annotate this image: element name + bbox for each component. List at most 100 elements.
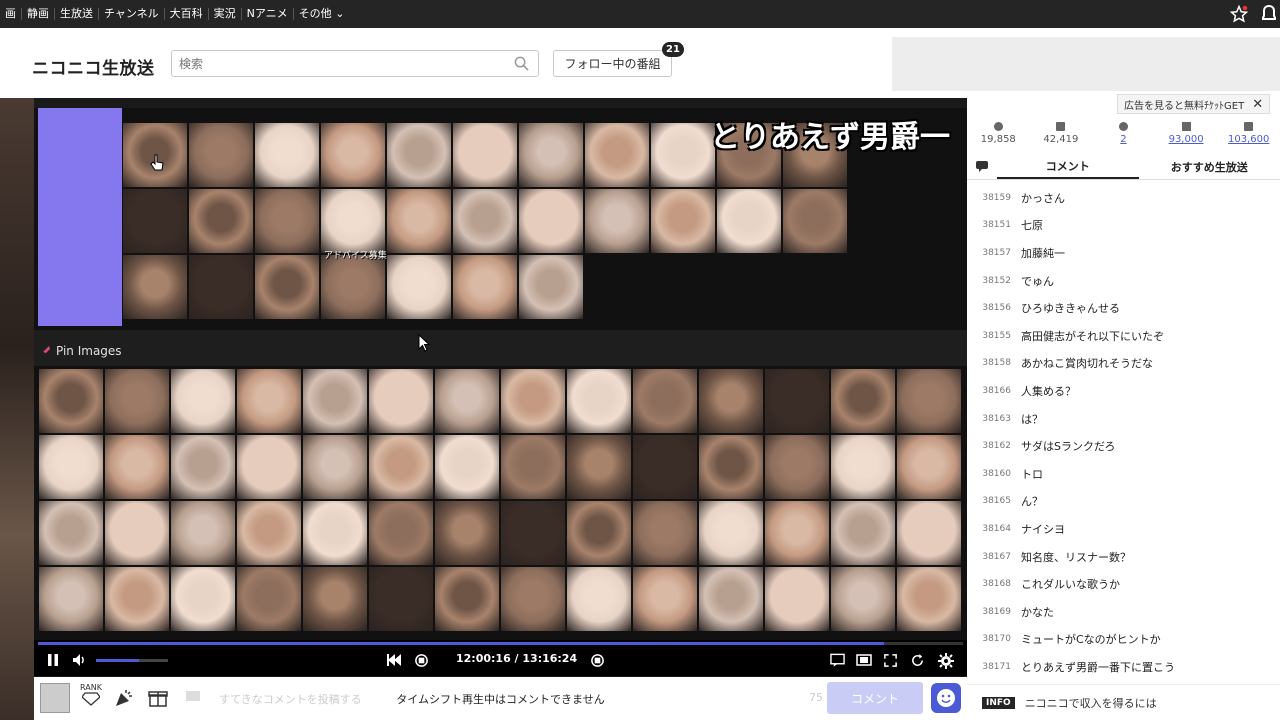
volume-icon[interactable] <box>72 653 88 667</box>
comment-submit-button[interactable]: コメント <box>827 682 923 714</box>
comment-row[interactable]: 38162 サダはSランクだろ <box>967 432 1280 460</box>
comment-row[interactable]: 38170 ミュートがCなのがヒントか <box>967 626 1280 654</box>
comment-row[interactable]: 38155 高田健志がそれ以下にいたぞ <box>967 322 1280 350</box>
video-face-tile <box>188 254 254 320</box>
cracker-icon[interactable] <box>114 688 134 708</box>
comment-number: 38158 <box>982 358 1011 369</box>
video-face-tile <box>38 566 104 632</box>
site-header: ニコニコ生放送 フォロー中の番組 21 <box>0 28 1280 98</box>
video-face-tile <box>254 254 320 320</box>
comment-number: 38159 <box>982 192 1011 203</box>
mouse-cursor-icon <box>418 334 430 352</box>
nav-item-dic[interactable]: 大百科 <box>165 8 209 20</box>
comment-text: 知名度、リスナー数？ <box>1021 550 1131 564</box>
comment-row[interactable]: 38165 ん？ <box>967 488 1280 516</box>
comment-row[interactable]: 38171 とりあえず男爵一番下に置こう <box>967 653 1280 681</box>
nav-item-channel[interactable]: チャンネル <box>99 8 165 20</box>
nav-item-seiga[interactable]: 静画 <box>22 8 55 20</box>
video-face-tile <box>782 188 848 254</box>
stat-value: 42,419 <box>1043 134 1079 145</box>
info-bar[interactable]: INFO ニコニコで収入を得るには <box>967 684 1280 720</box>
gift-icon <box>1244 122 1254 131</box>
star-icon[interactable] <box>1230 5 1248 23</box>
following-programs-button[interactable]: フォロー中の番組 <box>553 50 672 77</box>
emoji-button[interactable] <box>931 683 961 713</box>
video-face-tile <box>566 434 632 500</box>
comment-row[interactable]: 38163 は？ <box>967 405 1280 433</box>
seek-bar[interactable] <box>38 642 963 645</box>
stat-value[interactable]: 93,000 <box>1169 134 1204 145</box>
reload-icon[interactable] <box>910 653 925 668</box>
forward-10-icon[interactable] <box>590 653 605 668</box>
comment-row[interactable]: 38167 知名度、リスナー数？ <box>967 543 1280 571</box>
search-box[interactable] <box>171 50 539 77</box>
rewind-10-icon[interactable] <box>414 653 429 668</box>
video-face-tile <box>518 254 584 320</box>
comment-row[interactable]: 38169 かなた <box>967 598 1280 626</box>
video-face-tile <box>452 254 518 320</box>
settings-gear-icon[interactable] <box>938 653 954 669</box>
stat-value[interactable]: 2 <box>1120 134 1126 145</box>
gift-icon[interactable] <box>148 688 168 708</box>
comment-row[interactable]: 38151 七原 <box>967 212 1280 240</box>
info-text[interactable]: ニコニコで収入を得るには <box>1025 695 1157 711</box>
nav-item-jikkyo[interactable]: 実況 <box>209 8 242 20</box>
video-face-tile <box>122 254 188 320</box>
search-input[interactable] <box>172 51 502 76</box>
fullscreen-icon[interactable] <box>883 653 898 668</box>
comment-row[interactable]: 38159 かっさん <box>967 184 1280 212</box>
header-ad-banner[interactable] <box>892 37 1280 91</box>
video-face-tile <box>386 122 452 188</box>
video-face-tile <box>434 500 500 566</box>
close-icon[interactable]: ✕ <box>1252 97 1263 112</box>
pin-header-bar <box>34 330 967 366</box>
rank-button[interactable]: RANK <box>76 683 106 708</box>
video-face-tile <box>320 254 386 320</box>
comment-toggle-icon[interactable] <box>830 653 845 667</box>
comment-row[interactable]: 38156 ひろゆききゃんせる <box>967 294 1280 322</box>
purple-panel <box>38 108 122 326</box>
video-face-tile <box>38 434 104 500</box>
comment-number: 38169 <box>982 606 1011 617</box>
tab-comments[interactable]: コメント <box>997 154 1139 179</box>
video-face-tile <box>434 368 500 434</box>
comment-row[interactable]: 38164 ナイシヨ <box>967 515 1280 543</box>
nav-item-douga[interactable]: 画 <box>0 8 22 20</box>
bell-icon[interactable] <box>1262 5 1276 23</box>
nav-item-live[interactable]: 生放送 <box>55 8 99 20</box>
comment-row[interactable]: 38168 これダルいな歌うか <box>967 570 1280 598</box>
video-face-tile <box>830 500 896 566</box>
comment-row[interactable]: 38158 あかねこ賞肉切れそうだな <box>967 350 1280 378</box>
nicolive-logo[interactable]: ニコニコ生放送 <box>32 54 155 79</box>
pause-icon[interactable] <box>46 653 60 667</box>
search-icon[interactable] <box>514 56 529 71</box>
stat-gift-points[interactable]: 103,600 <box>1217 118 1280 152</box>
nav-item-more[interactable]: その他 ⌄ <box>294 8 350 20</box>
video-face-tile <box>632 368 698 434</box>
comment-settings-icon[interactable] <box>967 154 997 179</box>
comment-list[interactable]: 38159 かっさん 38151 七原 38157 加藤純一 38152 でゅん 38156 ひろ… <box>967 184 1280 681</box>
nav-item-nanime[interactable]: Nアニメ <box>242 8 294 20</box>
skip-back-icon[interactable] <box>386 653 402 667</box>
video-face-tile <box>566 566 632 632</box>
stat-timeshift[interactable]: 2 <box>1092 118 1155 152</box>
stat-ad-points[interactable]: 93,000 <box>1155 118 1218 152</box>
comment-row[interactable]: 38152 でゅん <box>967 267 1280 295</box>
comment-row[interactable]: 38166 人集める？ <box>967 377 1280 405</box>
video-player[interactable]: とりあえず男爵一 アドバイス募集 Pin Images <box>34 108 967 640</box>
comment-number: 38160 <box>982 468 1011 479</box>
comment-number: 38163 <box>982 413 1011 424</box>
stat-value[interactable]: 103,600 <box>1228 134 1269 145</box>
ad-ticket-banner[interactable]: 広告を見ると無料ﾁｹｯﾄGET ✕ <box>1117 94 1271 114</box>
theater-mode-icon[interactable] <box>856 653 872 667</box>
comment-row[interactable]: 38157 加藤純一 <box>967 239 1280 267</box>
ranking-thumbnail[interactable] <box>40 683 70 713</box>
comment-placeholder: すてきなコメントを投稿する <box>219 693 362 706</box>
comment-row[interactable]: 38160 トロ <box>967 460 1280 488</box>
tab-recommended[interactable]: おすすめ生放送 <box>1139 154 1280 179</box>
volume-slider[interactable] <box>96 659 168 662</box>
comment-input[interactable]: すてきなコメントを投稿する 75 <box>184 683 824 713</box>
video-face-tile <box>452 122 518 188</box>
video-face-tile <box>764 368 830 434</box>
video-face-tile <box>896 368 962 434</box>
